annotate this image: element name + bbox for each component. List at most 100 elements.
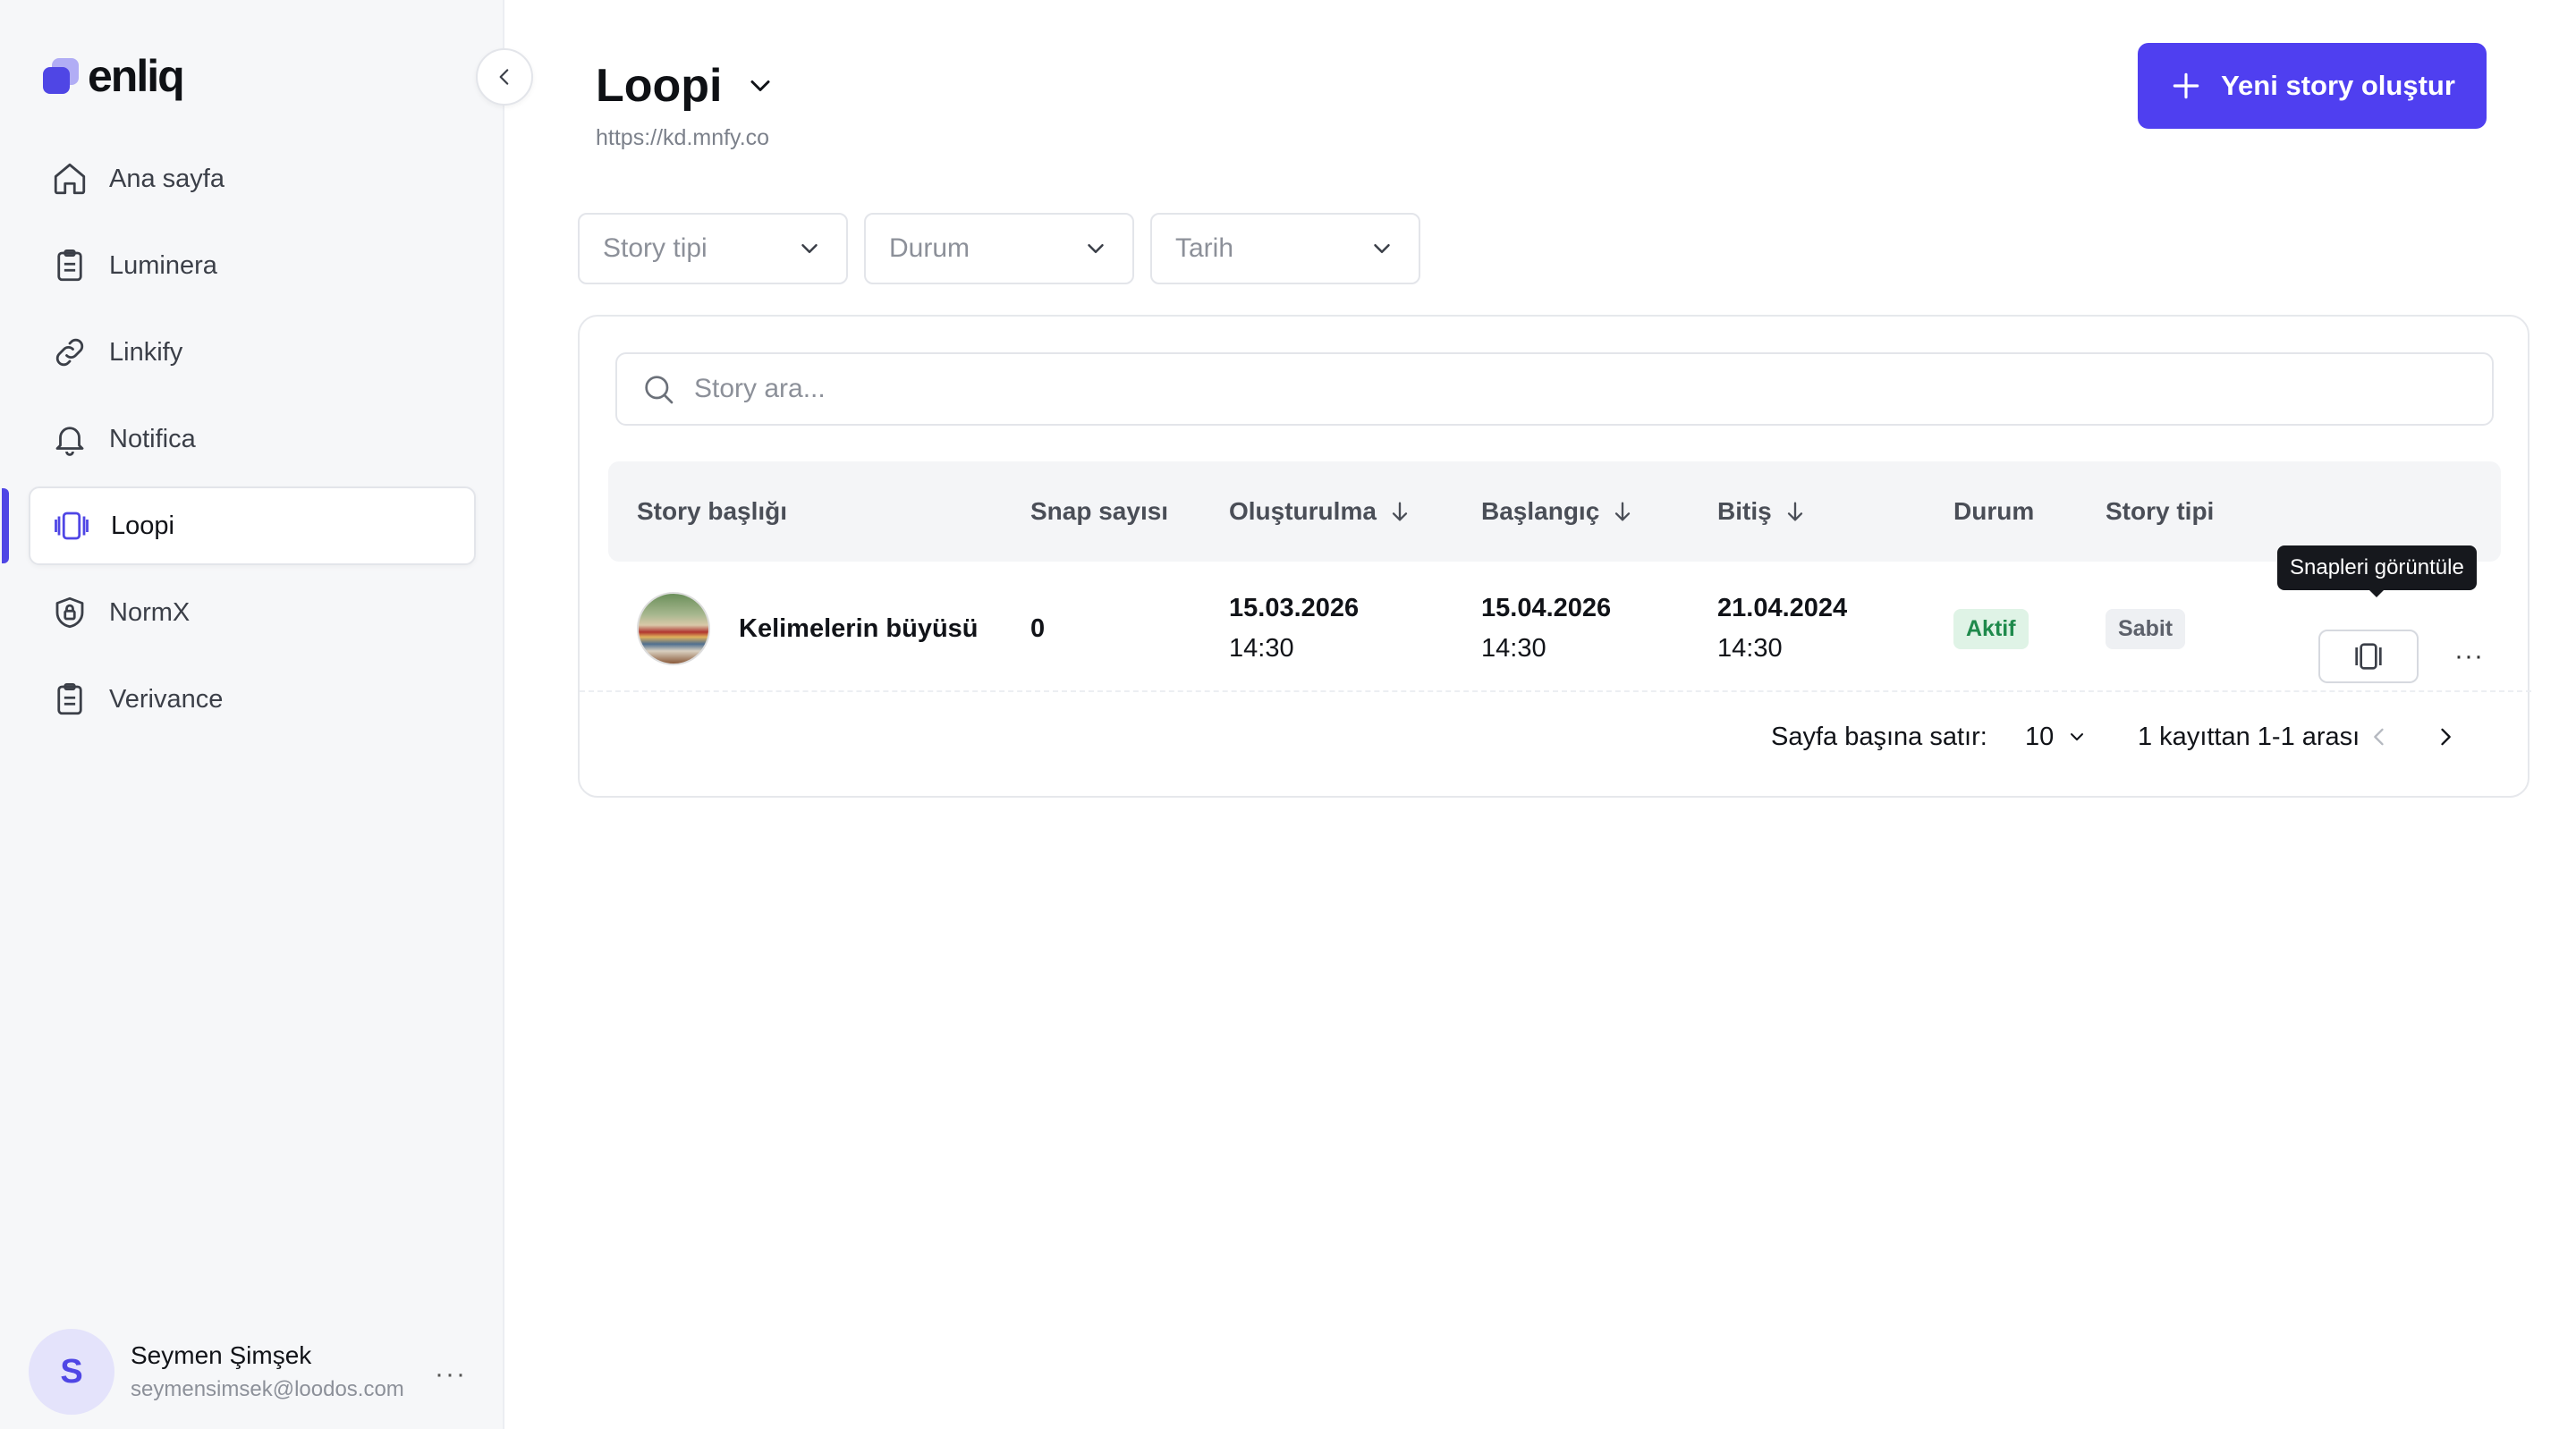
chevron-down-icon: [1088, 244, 1104, 253]
sidebar-item-label: Ana sayfa: [109, 164, 225, 193]
pagination: Sayfa başına satır: 10 1 kayıttan 1-1 ar…: [580, 703, 2531, 771]
table-row[interactable]: Kelimelerin büyüsü 0 15.03.2026 14:30 15.…: [580, 565, 2531, 692]
type-cell: Sabit: [2106, 565, 2186, 692]
arrow-down-icon: [1392, 502, 1408, 521]
home-icon: [50, 159, 89, 199]
column-label: Oluşturulma: [1229, 497, 1377, 525]
avatar: S: [29, 1329, 114, 1415]
tooltip: Snapleri görüntüle: [2277, 545, 2477, 597]
rows-per-page-label: Sayfa başına satır:: [1771, 722, 1987, 751]
new-story-button[interactable]: Yeni story oluştur: [2138, 43, 2487, 129]
user-profile[interactable]: S Seymen Şimşek seymensimsek@loodos.com …: [29, 1327, 476, 1416]
filter-label: Durum: [889, 233, 970, 263]
clipboard-icon: [50, 680, 89, 719]
sidebar-item-linkify[interactable]: Linkify: [29, 313, 476, 392]
column-story-title: Story başlığı: [637, 461, 787, 562]
more-icon[interactable]: ···: [435, 1359, 467, 1390]
column-snap-count: Snap sayısı: [1030, 461, 1168, 562]
column-story-type: Story tipi: [2106, 461, 2214, 562]
column-label: Story tipi: [2106, 497, 2215, 525]
sidebar-item-verivance[interactable]: Verivance: [29, 660, 476, 739]
end-date: 21.04.2024: [1717, 594, 1848, 622]
start-date: 15.04.2026: [1481, 594, 1612, 622]
new-story-label: Yeni story oluştur: [2221, 70, 2455, 101]
sidebar-item-label: Luminera: [109, 250, 217, 280]
column-label: Durum: [1953, 497, 2035, 525]
search-placeholder: Story ara...: [694, 374, 826, 403]
page-title: Loopi: [596, 60, 723, 112]
row-more-button[interactable]: ···: [2454, 631, 2484, 681]
status-cell: Aktif: [1953, 565, 2029, 692]
project-url[interactable]: https://kd.mnfy.co: [596, 125, 769, 151]
type-badge: Sabit: [2106, 608, 2186, 649]
project-selector[interactable]: Loopi: [596, 59, 776, 113]
chevron-right-icon: [2441, 728, 2451, 746]
logo-text: enliq: [88, 51, 185, 101]
column-created[interactable]: Oluşturulma: [1229, 461, 1412, 562]
chevron-down-icon: [801, 244, 818, 253]
column-start[interactable]: Başlangıç: [1481, 461, 1635, 562]
logo[interactable]: enliq: [43, 51, 185, 101]
rows-per-page-value: 10: [2025, 722, 2055, 751]
story-title-cell: Kelimelerin büyüsü: [637, 565, 979, 692]
sidebar-item-label: Linkify: [109, 337, 183, 367]
column-status: Durum: [1953, 461, 2034, 562]
chevron-down-icon: [1374, 244, 1390, 253]
sidebar-nav: Ana sayfa Luminera Linkify Notifica Loop…: [2, 140, 476, 747]
user-email: seymensimsek@loodos.com: [131, 1377, 404, 1401]
sidebar-item-normx[interactable]: NormX: [29, 573, 476, 652]
sidebar-item-ana-sayfa[interactable]: Ana sayfa: [29, 140, 476, 218]
story-title: Kelimelerin büyüsü: [739, 613, 979, 643]
chevron-down-icon: [750, 80, 770, 91]
status-badge: Aktif: [1953, 608, 2029, 649]
arrow-down-icon: [1615, 502, 1631, 521]
created-cell: 15.03.2026 14:30: [1229, 565, 1359, 692]
start-cell: 15.04.2026 14:30: [1481, 565, 1611, 692]
sidebar-item-notifica[interactable]: Notifica: [29, 400, 476, 478]
start-time: 14:30: [1481, 634, 1546, 663]
sidebar-item-luminera[interactable]: Luminera: [29, 226, 476, 305]
story-type-filter[interactable]: Story tipi: [578, 213, 848, 284]
column-label: Bitiş: [1717, 497, 1772, 525]
stories-table-card: Story ara... Story başlığı Snap sayısı O…: [578, 315, 2531, 798]
end-time: 14:30: [1717, 634, 1783, 663]
arrow-down-icon: [1787, 502, 1802, 521]
column-label: Snap sayısı: [1030, 497, 1169, 525]
search-icon: [645, 376, 674, 404]
link-icon: [50, 333, 89, 372]
rows-per-page-select[interactable]: 10: [2025, 703, 2088, 771]
user-name: Seymen Şimşek: [131, 1341, 312, 1369]
date-filter[interactable]: Tarih: [1150, 213, 1420, 284]
sidebar-item-loopi[interactable]: Loopi: [2, 486, 476, 565]
chevron-left-icon: [2374, 728, 2384, 746]
user-info: Seymen Şimşek seymensimsek@loodos.com: [131, 1341, 404, 1402]
sidebar-item-label: Loopi: [111, 511, 174, 540]
filters: Story tipi Durum Tarih: [578, 213, 1420, 284]
shield-icon: [50, 593, 89, 632]
column-label: Başlangıç: [1481, 497, 1600, 525]
filter-label: Tarih: [1175, 233, 1234, 263]
bell-icon: [50, 419, 89, 459]
stories-icon: [52, 506, 91, 545]
next-page-button[interactable]: [2433, 703, 2458, 771]
end-cell: 21.04.2024 14:30: [1717, 565, 1847, 692]
main-content: Loopi https://kd.mnfy.co Yeni story oluş…: [506, 0, 2576, 1429]
search-input[interactable]: Story ara...: [615, 352, 2494, 426]
created-date: 15.03.2026: [1229, 594, 1360, 622]
clipboard-icon: [50, 246, 89, 285]
story-thumbnail: [637, 592, 710, 665]
logo-mark-icon: [43, 55, 79, 97]
prev-page-button[interactable]: [2367, 703, 2392, 771]
chevron-left-icon: [499, 69, 509, 85]
sidebar-item-label: NormX: [109, 597, 191, 627]
sidebar: enliq Ana sayfa Luminera Linkify Notific…: [0, 0, 504, 1429]
column-end[interactable]: Bitiş: [1717, 461, 1808, 562]
chevron-down-icon: [2071, 733, 2084, 740]
filter-label: Story tipi: [603, 233, 708, 263]
status-filter[interactable]: Durum: [864, 213, 1134, 284]
snap-count: 0: [1030, 613, 1046, 643]
created-time: 14:30: [1229, 634, 1294, 663]
view-snaps-button[interactable]: [2318, 630, 2419, 683]
collapse-sidebar-button[interactable]: [476, 48, 533, 106]
sidebar-item-label: Verivance: [109, 684, 224, 714]
